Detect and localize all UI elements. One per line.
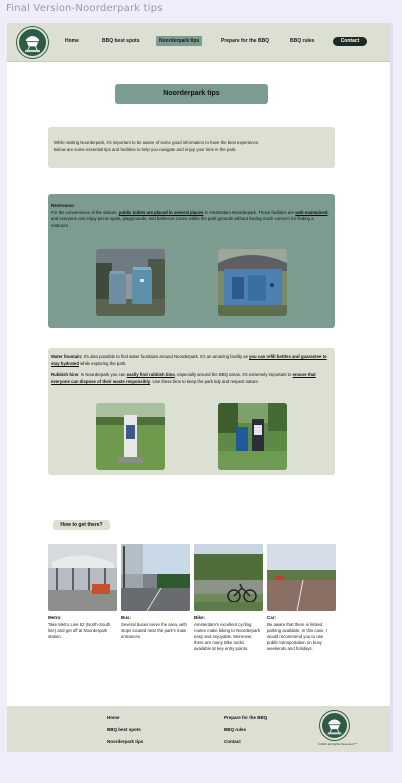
grill-logo-icon — [20, 30, 45, 55]
metro-photo — [48, 544, 117, 611]
car-title: Car: — [267, 615, 277, 620]
bins-paragraph: Rubbish bins: In Noorderpark you can eas… — [51, 372, 332, 385]
how-to-title: How to get there? — [53, 520, 110, 530]
nav-home[interactable]: Home — [65, 38, 79, 44]
footer-link-bbq-best-spots[interactable]: BBQ best spots — [107, 727, 141, 732]
footer-grill-logo-icon — [323, 714, 346, 737]
car-desc: Be aware that there is limited parking a… — [267, 622, 327, 651]
nav-prepare-bbq[interactable]: Prepare for the BBQ — [221, 38, 269, 44]
footer-link-noorderpark-tips[interactable]: Noorderpark tips — [107, 739, 143, 744]
car-photo — [267, 544, 336, 611]
bike-photo — [194, 544, 263, 611]
portable-toilets-photo — [96, 249, 165, 316]
footer-logo[interactable] — [320, 711, 349, 740]
intro-line-2: Below are some essential tips and facili… — [54, 146, 237, 152]
water-paragraph: Water fountain: It's also possible to fi… — [51, 354, 332, 367]
footer-copyright: ©2024 all Rights Reserved™ — [318, 742, 357, 746]
water-text-2: while exploring the park. — [78, 360, 127, 366]
logo[interactable] — [17, 27, 48, 58]
metro-desc: Take Metro Line 52 (North-South line) an… — [48, 622, 111, 639]
footer-link-prepare-bbq[interactable]: Prepare for the BBQ — [224, 715, 267, 720]
nav-bbq-rules[interactable]: BBQ rules — [290, 38, 314, 44]
water-text-1: It's also possible to find water fountai… — [82, 354, 250, 359]
footer-link-contact[interactable]: Contact — [224, 739, 241, 744]
water-fountain-photo — [96, 403, 165, 470]
bus-photo — [121, 544, 190, 611]
rubbish-bins-photo — [218, 403, 287, 470]
contact-button[interactable]: Contact — [333, 37, 367, 46]
restrooms-highlight-2: well-maintained — [295, 209, 328, 215]
site-header: Home BBQ best spots Noorderpark tips Pre… — [7, 23, 390, 62]
bus-desc: Several buses serve the area, with stops… — [121, 622, 187, 639]
bike-desc: Amsterdam's excellent cycling routes mak… — [194, 622, 260, 651]
bins-text-1: : In Noorderpark you can — [78, 372, 127, 377]
restrooms-text: For the convenience of the visitors, pub… — [51, 210, 332, 230]
footer-link-home[interactable]: Home — [107, 715, 120, 720]
nav-noorderpark-tips[interactable]: Noorderpark tips — [156, 36, 203, 46]
bins-text-3: . Use these bins to keep the park tidy a… — [150, 378, 260, 384]
bike-title: Bike: — [194, 615, 206, 620]
page: Home BBQ best spots Noorderpark tips Pre… — [7, 23, 390, 752]
restrooms-text-2: in Amsterdam Noorderpark. Those faciliti… — [203, 209, 296, 215]
bins-highlight-1: easily find rubbish bins — [126, 372, 175, 377]
restrooms-text-1: For the convenience of the visitors, — [51, 209, 119, 215]
restrooms-highlight-1: public toilets are placed in several pla… — [118, 209, 204, 215]
nav-bbq-best-spots[interactable]: BBQ best spots — [102, 38, 140, 44]
water-heading: Water fountain: — [51, 354, 83, 359]
bins-text-2: , especially around the BBQ areas. It's … — [174, 372, 293, 377]
restrooms-section: Restrooms: For the convenience of the vi… — [48, 194, 335, 328]
bus-title: Bus: — [121, 615, 131, 620]
page-title: Noorderpark tips — [115, 84, 268, 104]
water-bins-section: Water fountain: It's also possible to fi… — [48, 348, 335, 475]
intro-box: While visiting Noorderpark, it's importa… — [48, 127, 335, 168]
footer-link-bbq-rules[interactable]: BBQ rules — [224, 727, 246, 732]
frame-edge — [390, 23, 393, 752]
metro-title: Metro: — [48, 615, 62, 620]
frame-title: Final Version-Noorderpark tips — [6, 3, 163, 14]
bins-heading: Rubbish bins — [51, 372, 79, 377]
restroom-building-photo — [218, 249, 287, 316]
